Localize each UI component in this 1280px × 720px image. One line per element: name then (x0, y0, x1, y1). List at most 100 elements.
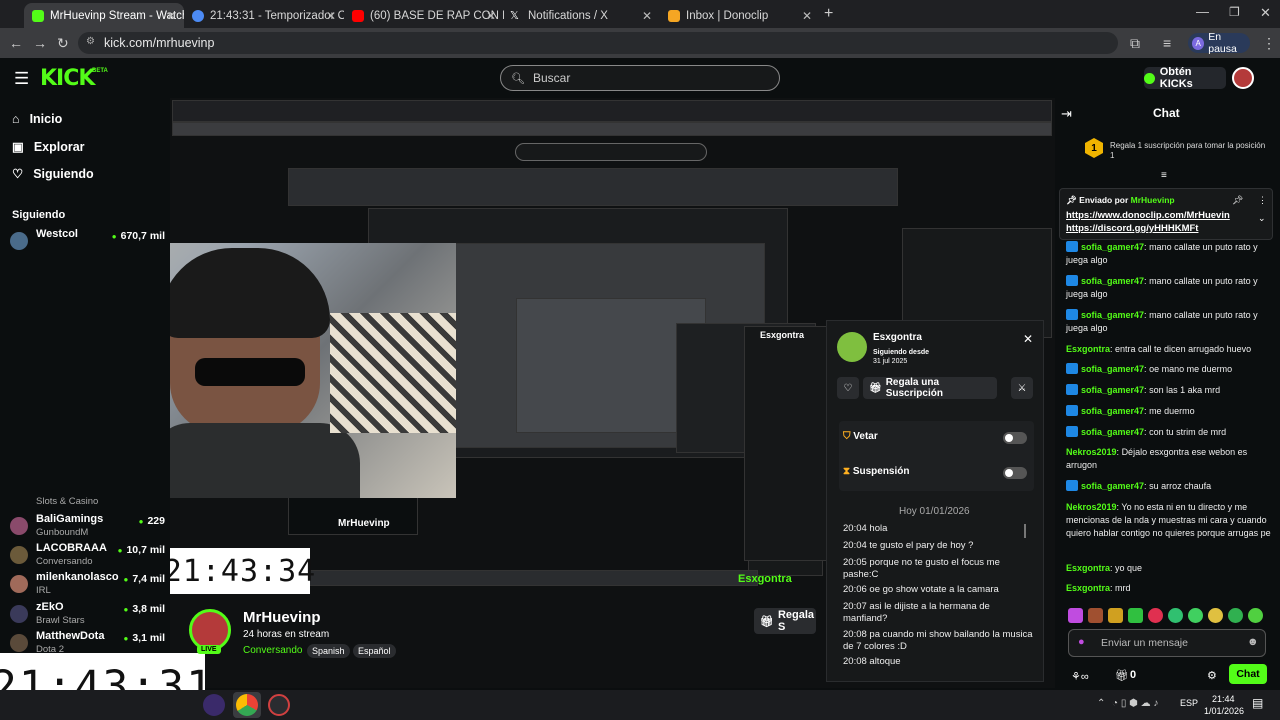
pinned-link-donoclip[interactable]: https://www.donoclip.com/MrHuevin (1066, 210, 1230, 221)
kick-logo[interactable]: KICK (40, 66, 95, 91)
chevron-down-icon[interactable]: ⌄ (1258, 213, 1266, 224)
ban-toggle[interactable] (1003, 432, 1027, 444)
chat-message: sofia_gamer47: su arroz chaufa (1066, 480, 1276, 493)
maximize-icon[interactable]: ❐ (1229, 5, 1240, 19)
stream-category[interactable]: Conversando (243, 645, 302, 656)
browser-tab-x[interactable]: 𝕏 Notifications / X ✕ (502, 3, 660, 28)
followed-channel-westcol[interactable]: Westcol 670,7 mil (10, 228, 165, 260)
profile-button[interactable]: A En pausa (1188, 31, 1250, 55)
small-clock: 21:43:34 (170, 548, 315, 594)
notification-icon[interactable]: ▤ (1252, 696, 1263, 710)
emote-icon[interactable] (1068, 608, 1083, 623)
get-kicks-button[interactable]: Obtén KICKs (1144, 66, 1226, 90)
mod-action-button[interactable]: ⚔ (1011, 377, 1033, 399)
sidebar-item-explorar[interactable]: ▣ Explorar (12, 139, 85, 155)
chat-message: Nekros2019: Yo no esta ni en tu directo … (1066, 502, 1271, 539)
sidebar-item-inicio[interactable]: ⌂ Inicio (12, 112, 62, 126)
emote-icon[interactable] (1128, 608, 1143, 623)
close-tab-icon[interactable]: ✕ (802, 9, 812, 23)
pinned-link-discord[interactable]: https://discord.gg/yHHHKMFt (1066, 223, 1198, 234)
streamer-name[interactable]: MrHuevinp (243, 609, 321, 626)
leaderboard-toggle-icon[interactable]: ≡ (1161, 170, 1167, 181)
follow-button[interactable]: ♡ (837, 377, 859, 399)
pinned-menu-icon[interactable]: ⋮ (1258, 195, 1267, 206)
emote-icon[interactable] (1208, 608, 1223, 623)
tag-espanol[interactable]: Español (353, 644, 396, 658)
followed-channel-baligamings[interactable]: BaliGamings GunboundM 229 (10, 513, 165, 545)
clock-time[interactable]: 21:44 (1212, 694, 1235, 704)
send-chat-button[interactable]: Chat (1229, 664, 1267, 684)
emote-icon[interactable] (1168, 608, 1183, 623)
tray-icons[interactable]: ◔ ▯ ⬢ ☁ ♪ (1112, 698, 1158, 709)
address-bar[interactable]: ⚙ kick.com/mrhuevinp (78, 32, 1118, 54)
nested-address-bar (172, 122, 1052, 136)
reload-icon[interactable]: ↻ (57, 35, 69, 52)
live-badge: LIVE (197, 645, 221, 654)
gift-icon: 🎁︎ (869, 382, 882, 394)
chrome-icon (236, 694, 258, 716)
chat-message-input[interactable]: ● Enviar un mensaje ☻ (1068, 629, 1266, 657)
close-window-icon[interactable]: ✕ (1260, 5, 1271, 21)
minimize-icon[interactable]: — (1196, 4, 1209, 19)
followed-channel-milenkanolasco[interactable]: milenkanolasco IRL 7,4 mil (10, 571, 165, 603)
emote-icon[interactable] (1148, 608, 1163, 623)
gift-sub-button[interactable]: 🎁︎ Regala S (754, 608, 816, 634)
followed-channel-zeko[interactable]: zEkO Brawl Stars 3,8 mil (10, 601, 165, 633)
scrollbar[interactable] (1024, 524, 1026, 538)
browser-tab-timer[interactable]: 21:43:31 - Temporizador Online ✕ (184, 3, 344, 28)
emote-icon[interactable] (1108, 608, 1123, 623)
close-tab-icon[interactable]: ✕ (642, 9, 652, 23)
collapse-chat-icon[interactable]: ⇥ (1061, 106, 1072, 122)
taskbar-active-app[interactable] (233, 692, 261, 718)
obs-icon[interactable] (203, 694, 225, 716)
stream-uptime: 24 horas en stream (243, 629, 330, 640)
followed-channel-lacobraaa[interactable]: LACOBRAAA Conversando 10,7 mil (10, 542, 165, 574)
close-tab-icon[interactable]: ✕ (326, 9, 336, 23)
browser-tab-kick[interactable]: MrHuevinp Stream - Watch Live ✕ (24, 3, 184, 28)
rank-one-icon: 1 (1085, 138, 1103, 158)
avatar (10, 232, 28, 250)
tag-spanish[interactable]: Spanish (307, 644, 350, 658)
sidebar-item-siguiendo[interactable]: ♡ Siguiendo (12, 166, 94, 182)
microphone-icon[interactable]: ● (1078, 636, 1085, 648)
gift-icon[interactable]: 🎁︎ (1115, 669, 1129, 682)
nested-window (288, 168, 898, 206)
gift-leaderboard-banner[interactable]: Regala 1 suscripción para tomar la posic… (1110, 141, 1270, 161)
extensions-icon[interactable]: ⧉ (1130, 35, 1140, 52)
hamburger-menu-icon[interactable]: ☰ (14, 69, 29, 89)
close-tab-icon[interactable]: ✕ (486, 9, 496, 23)
card-message: 20:06 oe go show votate a la camara (843, 584, 999, 595)
site-info-icon[interactable]: ⚙ (86, 36, 95, 47)
language-indicator[interactable]: ESP (1180, 698, 1198, 708)
obs-studio-icon[interactable] (268, 694, 290, 716)
more-menu-icon[interactable]: ⋮ (1262, 35, 1276, 52)
settings-gear-icon[interactable]: ⚙ (1207, 669, 1217, 682)
emote-icon[interactable] (1228, 608, 1243, 623)
user-avatar[interactable] (1232, 67, 1254, 89)
kicks-icon[interactable]: ⚘∞ (1071, 670, 1089, 683)
close-tab-icon[interactable]: ✕ (166, 9, 176, 23)
emote-icon[interactable] (1088, 608, 1103, 623)
tray-chevron-icon[interactable]: ⌃ (1097, 698, 1105, 709)
timeout-toggle[interactable] (1003, 467, 1027, 479)
back-icon[interactable]: ← (9, 35, 23, 51)
emoji-picker-icon[interactable]: ☻ (1247, 636, 1259, 648)
card-message: 20:04 hola (843, 523, 888, 534)
user-profile-card: Esxgontra Siguiendo desde 31 jul 2025 ✕ … (826, 320, 1044, 682)
followed-channel[interactable]: Slots & Casino (10, 496, 165, 510)
unpin-icon[interactable]: 📌︎ (1232, 195, 1243, 206)
card-message: 20:08 pa cuando mi show bailando la musi… (843, 629, 1033, 652)
gift-subscription-button[interactable]: 🎁︎ Regala una Suscripción (863, 377, 997, 399)
new-tab-icon[interactable]: + (824, 5, 833, 23)
media-control-icon[interactable]: ≡ (1163, 35, 1171, 51)
emote-icon[interactable] (1248, 608, 1263, 623)
overlay-username: Esxgontra (738, 573, 792, 585)
search-input[interactable]: 🔍︎ Buscar (500, 65, 780, 91)
browser-tab-youtube[interactable]: (60) BASE DE RAP CON PALABRAS ✕ (344, 3, 504, 28)
close-icon[interactable]: ✕ (1023, 332, 1033, 346)
browser-tab-bar: MrHuevinp Stream - Watch Live ✕ 21:43:31… (0, 0, 1280, 28)
clock-date[interactable]: 1/01/2026 (1204, 706, 1244, 716)
browser-tab-donoclip[interactable]: Inbox | Donoclip ✕ (660, 3, 820, 28)
emote-icon[interactable] (1188, 608, 1203, 623)
forward-icon[interactable]: → (33, 35, 47, 51)
